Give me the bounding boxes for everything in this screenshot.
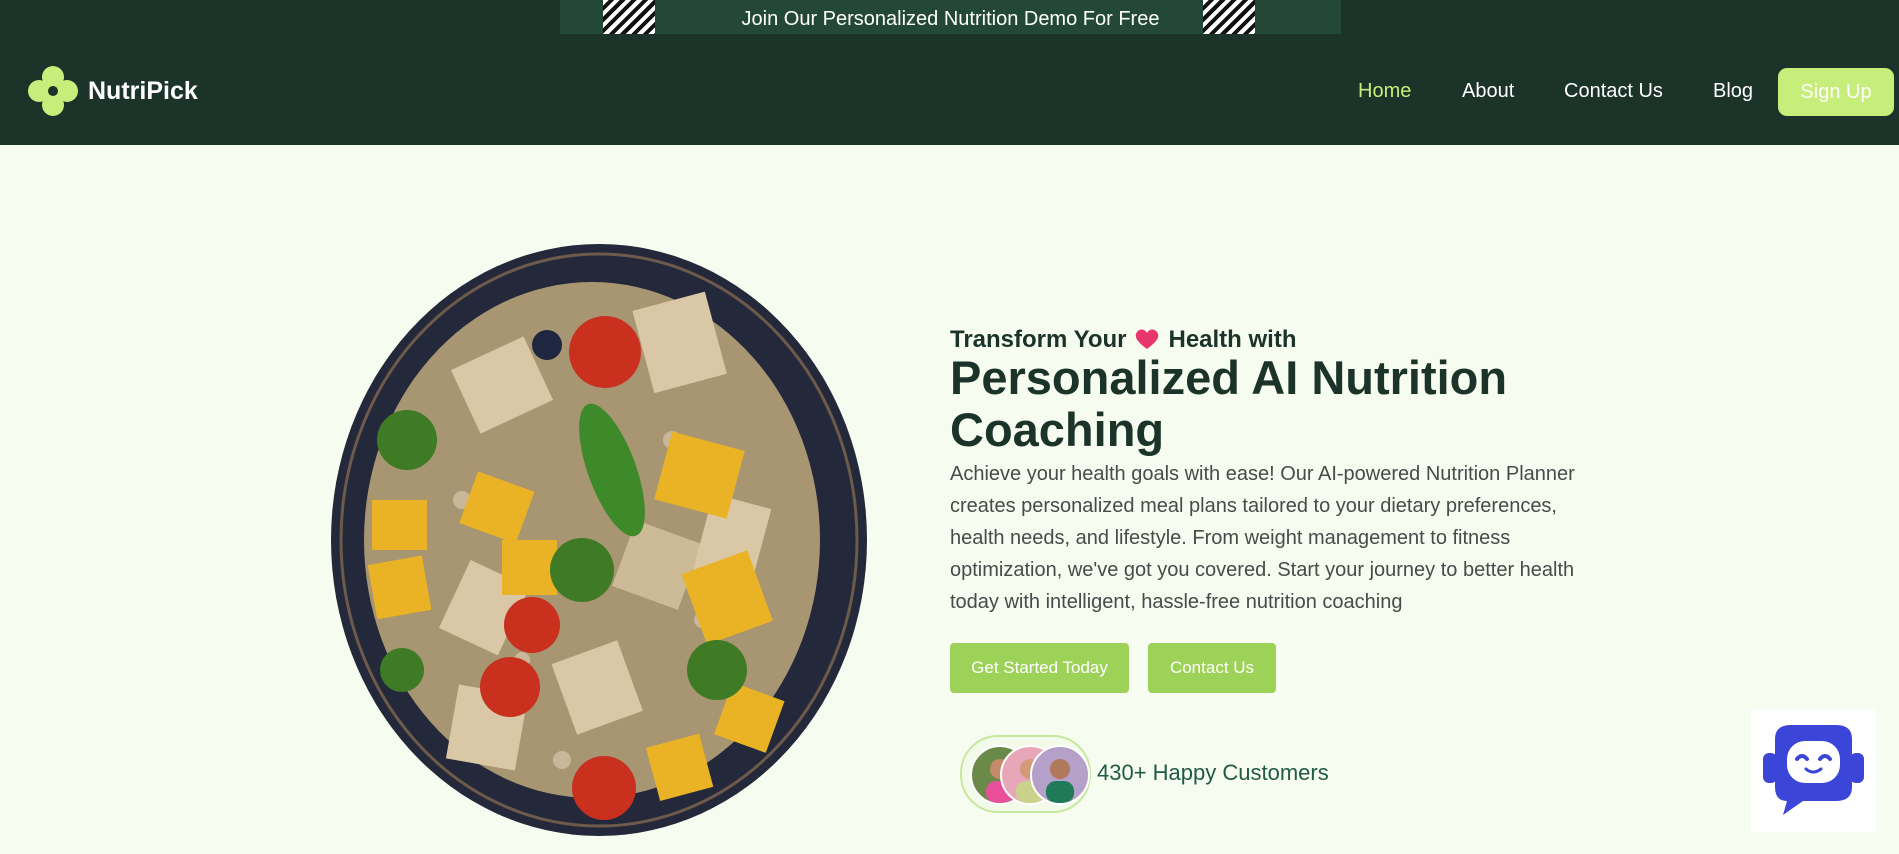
brand-logo[interactable]: NutriPick: [24, 62, 204, 122]
promo-banner[interactable]: Join Our Personalized Nutrition Demo For…: [560, 0, 1341, 34]
site-header: Join Our Personalized Nutrition Demo For…: [0, 0, 1899, 145]
hero-subtitle-pre: Transform Your: [950, 326, 1127, 353]
chatbot-button[interactable]: [1751, 709, 1876, 832]
nav-home[interactable]: Home: [1358, 80, 1411, 103]
nav-contact-us[interactable]: Contact Us: [1564, 80, 1663, 103]
brand-name: NutriPick: [88, 77, 198, 105]
hero-subtitle: Transform Your Health with: [950, 326, 1297, 354]
get-started-button[interactable]: Get Started Today: [950, 643, 1129, 693]
heart-icon: [1136, 329, 1159, 349]
signup-button[interactable]: Sign Up: [1778, 68, 1894, 116]
clover-logo-icon: [28, 66, 78, 116]
hero-description: Achieve your health goals with ease! Our…: [950, 463, 1575, 613]
chatbot-icon: [1763, 725, 1864, 815]
avatar: [1030, 745, 1090, 805]
nav-blog[interactable]: Blog: [1713, 80, 1753, 103]
hero-subtitle-post: Health with: [1168, 326, 1297, 353]
nav-about[interactable]: About: [1462, 80, 1514, 103]
hero-title: Personalized AI Nutrition Coaching: [950, 351, 1508, 456]
happy-customers-count: 430+ Happy Customers: [1097, 760, 1329, 785]
salad-bowl-image: [331, 244, 867, 836]
customer-avatars: [960, 735, 1091, 813]
contact-us-button[interactable]: Contact Us: [1148, 643, 1276, 693]
banner-stripe-right: [1203, 0, 1255, 34]
